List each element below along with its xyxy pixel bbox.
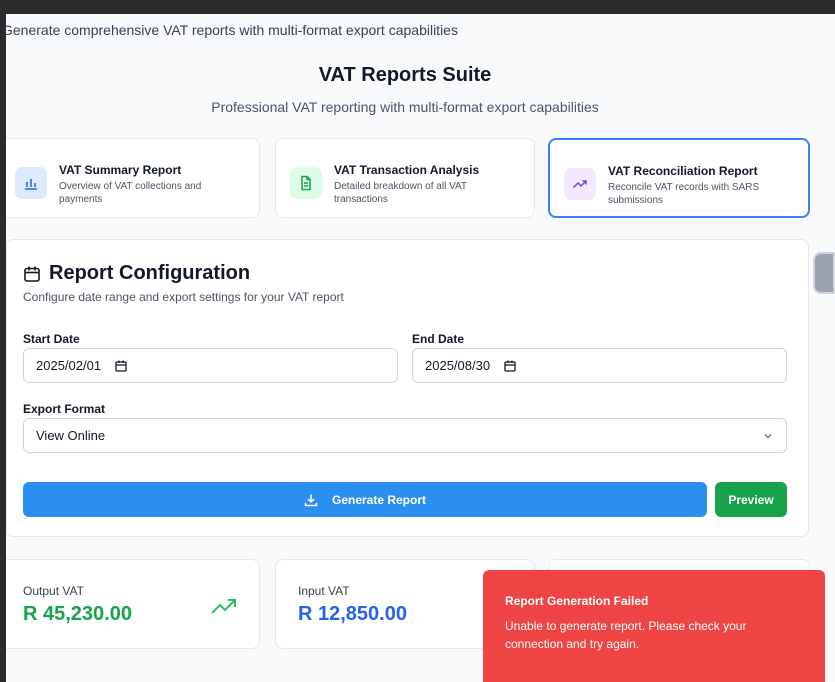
export-format-label: Export Format: [23, 402, 106, 416]
output-vat-card: Output VAT R 45,230.00: [6, 559, 260, 649]
download-icon: [304, 494, 318, 506]
report-type-description: Detailed breakdown of all VAT transactio…: [334, 181, 467, 205]
error-toast[interactable]: Report Generation Failed Unable to gener…: [483, 570, 825, 682]
calendar-icon: [24, 266, 40, 282]
report-type-title: VAT Summary Report: [59, 163, 182, 177]
export-format-value: View Online: [36, 428, 106, 443]
suite-subtitle: Professional VAT reporting with multi-fo…: [211, 99, 599, 115]
config-title: Report Configuration: [23, 262, 250, 285]
report-type-description: Overview of VAT collections and payments: [59, 181, 202, 205]
suite-title: VAT Reports Suite: [318, 64, 492, 86]
generate-report-button[interactable]: Generate Report: [23, 482, 707, 517]
end-date-input[interactable]: 2025/08/30: [412, 348, 787, 383]
toast-message: Unable to generate report. Please check …: [505, 619, 747, 651]
config-description: Configure date range and export settings…: [23, 290, 344, 304]
calendar-picker-icon[interactable]: [115, 360, 127, 372]
report-type-reconciliation[interactable]: VAT Reconciliation Report Reconcile VAT …: [548, 138, 810, 218]
start-date-input[interactable]: 2025/02/01: [23, 348, 398, 383]
side-panel-toggle[interactable]: [813, 252, 835, 294]
report-type-transaction[interactable]: VAT Transaction Analysis Detailed breakd…: [275, 138, 535, 218]
start-date-label: Start Date: [23, 332, 80, 346]
bar-chart-icon: [15, 167, 47, 199]
input-vat-value: R 12,850.00: [298, 603, 407, 625]
trending-up-icon: [564, 168, 596, 200]
end-date-label: End Date: [412, 332, 465, 346]
report-configuration-panel: Report Configuration Configure date rang…: [6, 239, 809, 537]
page-subtitle: Generate comprehensive VAT reports with …: [6, 22, 458, 38]
input-vat-label: Input VAT: [298, 584, 350, 598]
output-vat-value: R 45,230.00: [23, 603, 132, 625]
export-format-select[interactable]: View Online: [23, 418, 787, 453]
start-date-value: 2025/02/01: [36, 358, 102, 373]
output-vat-label: Output VAT: [23, 584, 84, 598]
calendar-picker-icon[interactable]: [504, 360, 516, 372]
end-date-value: 2025/08/30: [425, 358, 491, 373]
document-icon: [290, 167, 322, 199]
report-type-title: VAT Transaction Analysis: [334, 163, 480, 177]
trending-up-icon: [211, 599, 236, 614]
preview-button[interactable]: Preview: [715, 482, 787, 517]
report-type-description: Reconcile VAT records with SARS submissi…: [608, 182, 760, 206]
config-title-text: Report Configuration: [49, 262, 251, 284]
report-type-title: VAT Reconciliation Report: [608, 164, 758, 178]
chevron-down-icon: [764, 434, 772, 439]
report-type-summary[interactable]: VAT Summary Report Overview of VAT colle…: [6, 138, 260, 218]
generate-report-label: Generate Report: [331, 492, 427, 507]
window-top-bar: [0, 0, 835, 14]
toast-title: Report Generation Failed: [505, 594, 649, 608]
